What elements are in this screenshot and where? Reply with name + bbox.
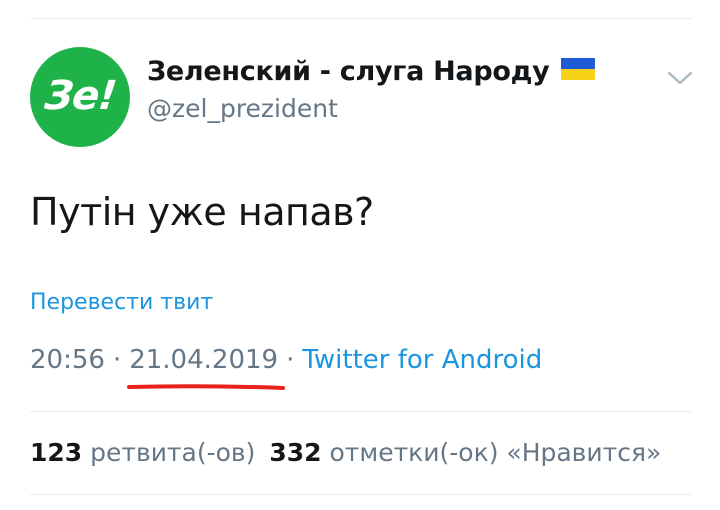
likes-label: отметки(-ок) «Нравится» bbox=[329, 438, 662, 467]
tweet-text: Путін уже напав? bbox=[30, 190, 374, 234]
meta-separator: · bbox=[286, 345, 295, 375]
tweet-meta: 20:56 · 21.04.2019 · Twitter for Android bbox=[30, 345, 542, 375]
tweet-detail: Зе! Зеленский - слуга Народу @zel_prezid… bbox=[0, 0, 720, 510]
author-handle[interactable]: @zel_prezident bbox=[147, 94, 338, 123]
likes-stat[interactable]: 332 отметки(-ок) «Нравится» bbox=[269, 438, 661, 467]
translate-tweet-link[interactable]: Перевести твит bbox=[30, 290, 213, 315]
chevron-down-icon[interactable] bbox=[666, 68, 694, 88]
retweets-count: 123 bbox=[30, 438, 83, 467]
avatar[interactable]: Зе! bbox=[30, 47, 130, 147]
stats-top-divider bbox=[30, 411, 692, 412]
tweet-time[interactable]: 20:56 bbox=[30, 345, 105, 375]
date-underline-annotation bbox=[127, 384, 285, 390]
tweet-source-link[interactable]: Twitter for Android bbox=[302, 345, 542, 375]
retweets-label: ретвита(-ов) bbox=[90, 438, 256, 467]
tweet-stats: 123 ретвита(-ов) 332 отметки(-ок) «Нравит… bbox=[30, 438, 661, 467]
avatar-logo-text: Зе! bbox=[42, 73, 118, 119]
likes-count: 332 bbox=[269, 438, 322, 467]
top-divider bbox=[30, 18, 692, 19]
author-display-name[interactable]: Зеленский - слуга Народу bbox=[147, 56, 550, 87]
tweet-date[interactable]: 21.04.2019 bbox=[129, 345, 278, 375]
meta-separator: · bbox=[112, 345, 122, 375]
retweets-stat[interactable]: 123 ретвита(-ов) bbox=[30, 438, 255, 467]
author-name-row: Зеленский - слуга Народу bbox=[147, 56, 596, 87]
stats-bottom-divider bbox=[30, 494, 692, 495]
ukraine-flag-icon bbox=[561, 57, 596, 80]
